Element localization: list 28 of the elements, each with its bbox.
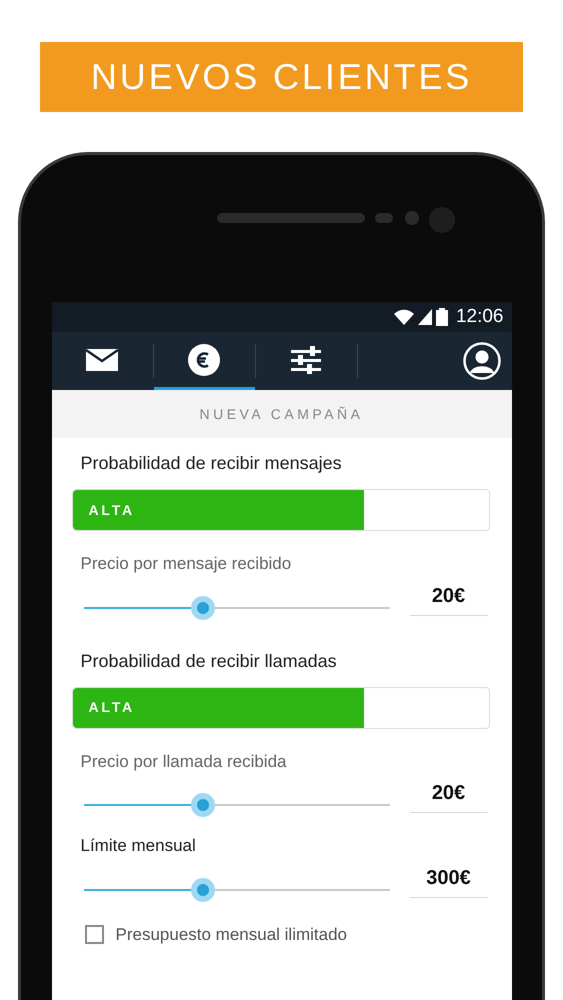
wifi-icon bbox=[394, 309, 414, 325]
slider-thumb[interactable] bbox=[190, 793, 215, 817]
field-label: Precio por llamada recibida bbox=[80, 750, 288, 772]
user-icon bbox=[462, 342, 500, 380]
euro-coin-icon bbox=[188, 344, 220, 376]
battery-icon bbox=[436, 308, 448, 326]
slider[interactable] bbox=[84, 793, 390, 817]
mail-icon bbox=[86, 348, 118, 370]
value-field[interactable]: 20€ bbox=[410, 580, 488, 616]
slider[interactable] bbox=[84, 596, 390, 620]
status-time: 12:06 bbox=[456, 304, 504, 329]
slider-thumb[interactable] bbox=[190, 878, 215, 902]
value-field[interactable]: 20€ bbox=[410, 778, 488, 813]
section-title: NUEVA CAMPAÑA bbox=[199, 404, 364, 424]
slider[interactable] bbox=[84, 878, 390, 902]
field-label: Precio por mensaje recibido bbox=[80, 553, 292, 575]
field-label: Probabilidad de recibir llamadas bbox=[80, 650, 338, 672]
meter-label: ALTA bbox=[88, 500, 135, 520]
signal-icon bbox=[418, 309, 432, 325]
meter-label: ALTA bbox=[88, 698, 135, 717]
checkbox-label: Presupuesto mensual ilimitado bbox=[116, 924, 348, 946]
field-label: Probabilidad de recibir mensajes bbox=[80, 452, 343, 475]
sliders-icon bbox=[291, 346, 321, 374]
field-label: Límite mensual bbox=[80, 835, 197, 857]
value-field[interactable]: 300€ bbox=[410, 862, 488, 898]
slider-thumb[interactable] bbox=[190, 596, 215, 620]
banner-title: NUEVOS CLIENTES bbox=[90, 55, 472, 99]
checkbox[interactable] bbox=[84, 924, 104, 944]
